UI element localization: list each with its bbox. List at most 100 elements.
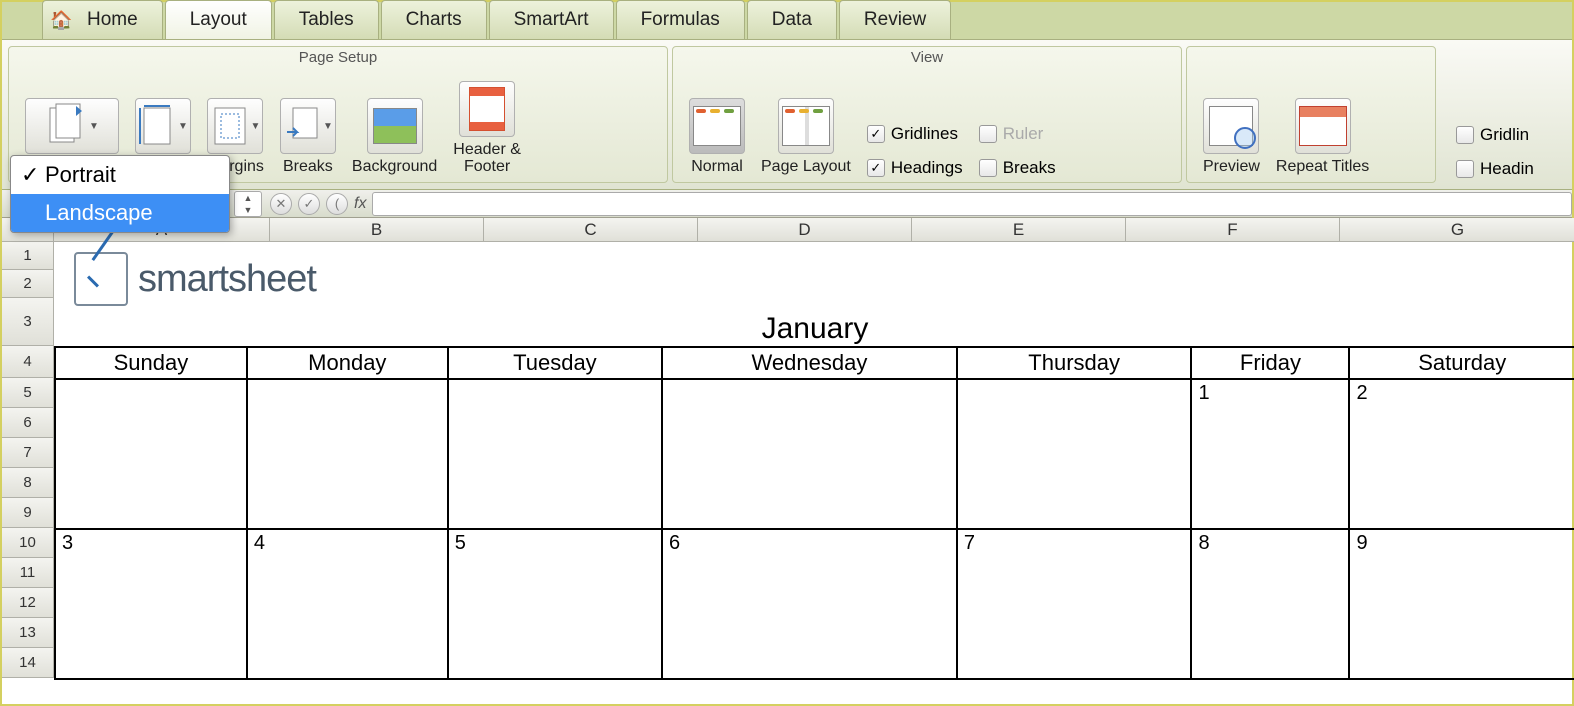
calendar-cell[interactable]: 7 (957, 529, 1192, 679)
calendar-cell[interactable] (55, 379, 247, 529)
normal-view-icon (693, 106, 741, 146)
formula-input[interactable] (372, 192, 1572, 216)
calendar-day-header: Monday (247, 347, 448, 379)
preview-button[interactable]: Preview (1195, 96, 1268, 178)
calendar-cell[interactable]: 9 (1349, 529, 1574, 679)
page-layout-icon (782, 106, 830, 146)
row-headers: 1234567891011121314 (2, 242, 54, 678)
row-header[interactable]: 1 (2, 242, 54, 270)
ribbon: Page Setup ▼ ▼ ▼ Margins ▼ (2, 40, 1572, 190)
view-breaks-checkbox[interactable]: Breaks (979, 158, 1056, 178)
ruler-checkbox[interactable]: Ruler (979, 124, 1056, 144)
calendar-cell[interactable]: 1 (1191, 379, 1349, 529)
orientation-landscape[interactable]: Landscape (11, 194, 229, 232)
column-header[interactable]: F (1126, 218, 1340, 242)
smartsheet-logo: smartsheet (74, 252, 316, 306)
calendar-month-title: January (54, 312, 1574, 346)
row-header[interactable]: 14 (2, 648, 54, 678)
orientation-menu: ✓Portrait Landscape (10, 155, 230, 233)
background-icon (373, 108, 417, 144)
chevron-down-icon: ▼ (89, 121, 99, 132)
fx-button[interactable]: ( (326, 193, 348, 215)
breaks-button[interactable]: ▼ Breaks (272, 96, 344, 178)
calendar-cell[interactable]: 4 (247, 529, 448, 679)
name-box-stepper[interactable]: ▲▼ (234, 191, 262, 217)
normal-view-button[interactable]: Normal (681, 96, 753, 178)
group-view: View Normal Page Layout ✓Gridlines ✓Head… (672, 46, 1182, 183)
row-header[interactable]: 13 (2, 618, 54, 648)
chevron-down-icon: ▼ (323, 121, 333, 132)
tab-tables[interactable]: Tables (274, 0, 379, 39)
row-header[interactable]: 9 (2, 498, 54, 528)
tab-smartart[interactable]: SmartArt (489, 0, 614, 39)
breaks-icon (283, 104, 321, 148)
calendar-cell[interactable]: 6 (662, 529, 957, 679)
row-header[interactable]: 12 (2, 588, 54, 618)
background-button[interactable]: Background (344, 96, 445, 178)
calendar-cell[interactable]: 8 (1191, 529, 1349, 679)
column-header[interactable]: B (270, 218, 484, 242)
fx-label: fx (354, 195, 366, 213)
row-header[interactable]: 11 (2, 558, 54, 588)
column-headers: ABCDEFG (54, 218, 1574, 242)
group-title-view: View (911, 49, 943, 66)
orientation-icon (45, 102, 87, 150)
ribbon-tabs: 🏠 Home Layout Tables Charts SmartArt For… (2, 2, 1572, 40)
repeat-titles-button[interactable]: Repeat Titles (1268, 96, 1377, 178)
group-print: Preview Repeat Titles (1186, 46, 1436, 183)
header-footer-button[interactable]: Header & Footer (445, 79, 529, 178)
window-headings-checkbox[interactable]: Headin (1456, 159, 1534, 179)
calendar-day-header: Sunday (55, 347, 247, 379)
size-icon (138, 104, 176, 148)
window-gridlines-checkbox[interactable]: Gridlin (1456, 125, 1534, 145)
row-header[interactable]: 2 (2, 270, 54, 298)
margins-icon (211, 104, 249, 148)
chevron-down-icon: ▼ (251, 121, 261, 132)
cancel-button[interactable]: ✕ (270, 193, 292, 215)
calendar-day-header: Wednesday (662, 347, 957, 379)
calendar-cell[interactable] (448, 379, 662, 529)
group-window: Gridlin Headin (1440, 46, 1566, 183)
tab-charts[interactable]: Charts (381, 0, 487, 39)
tab-formulas[interactable]: Formulas (616, 0, 745, 39)
spreadsheet-grid: 1234567891011121314 ABCDEFG smartsheet J… (2, 218, 1572, 704)
calendar-day-header: Friday (1191, 347, 1349, 379)
page-layout-view-button[interactable]: Page Layout (753, 96, 859, 178)
row-header[interactable]: 5 (2, 378, 54, 408)
gridlines-checkbox[interactable]: ✓Gridlines (867, 124, 963, 144)
calendar-day-header: Thursday (957, 347, 1192, 379)
row-header[interactable]: 3 (2, 298, 54, 346)
calendar-day-header: Saturday (1349, 347, 1574, 379)
tab-layout[interactable]: Layout (165, 0, 272, 39)
row-header[interactable]: 8 (2, 468, 54, 498)
calendar-cell[interactable] (957, 379, 1192, 529)
column-header[interactable]: E (912, 218, 1126, 242)
column-header[interactable]: G (1340, 218, 1574, 242)
chevron-down-icon: ▼ (178, 121, 188, 132)
accept-button[interactable]: ✓ (298, 193, 320, 215)
row-header[interactable]: 6 (2, 408, 54, 438)
calendar-cell[interactable] (662, 379, 957, 529)
tab-review[interactable]: Review (839, 0, 951, 39)
column-header[interactable]: D (698, 218, 912, 242)
column-header[interactable]: C (484, 218, 698, 242)
calendar-table: SundayMondayTuesdayWednesdayThursdayFrid… (54, 346, 1574, 680)
calendar-day-header: Tuesday (448, 347, 662, 379)
row-header[interactable]: 7 (2, 438, 54, 468)
formula-bar: ▲▼ ✕ ✓ ( fx (2, 190, 1572, 218)
repeat-titles-icon (1299, 106, 1347, 146)
calendar-cell[interactable]: 3 (55, 529, 247, 679)
headings-checkbox[interactable]: ✓Headings (867, 158, 963, 178)
cells-area[interactable]: smartsheet January SundayMondayTuesdayWe… (54, 242, 1574, 704)
calendar-cell[interactable]: 5 (448, 529, 662, 679)
row-header[interactable]: 4 (2, 346, 54, 378)
header-footer-icon (469, 87, 505, 131)
row-header[interactable]: 10 (2, 528, 54, 558)
tab-data[interactable]: Data (747, 0, 837, 39)
checkmark-icon (74, 252, 128, 306)
orientation-portrait[interactable]: ✓Portrait (11, 156, 229, 194)
home-icon: 🏠 (50, 10, 72, 31)
group-title-page-setup: Page Setup (299, 49, 377, 66)
calendar-cell[interactable]: 2 (1349, 379, 1574, 529)
calendar-cell[interactable] (247, 379, 448, 529)
